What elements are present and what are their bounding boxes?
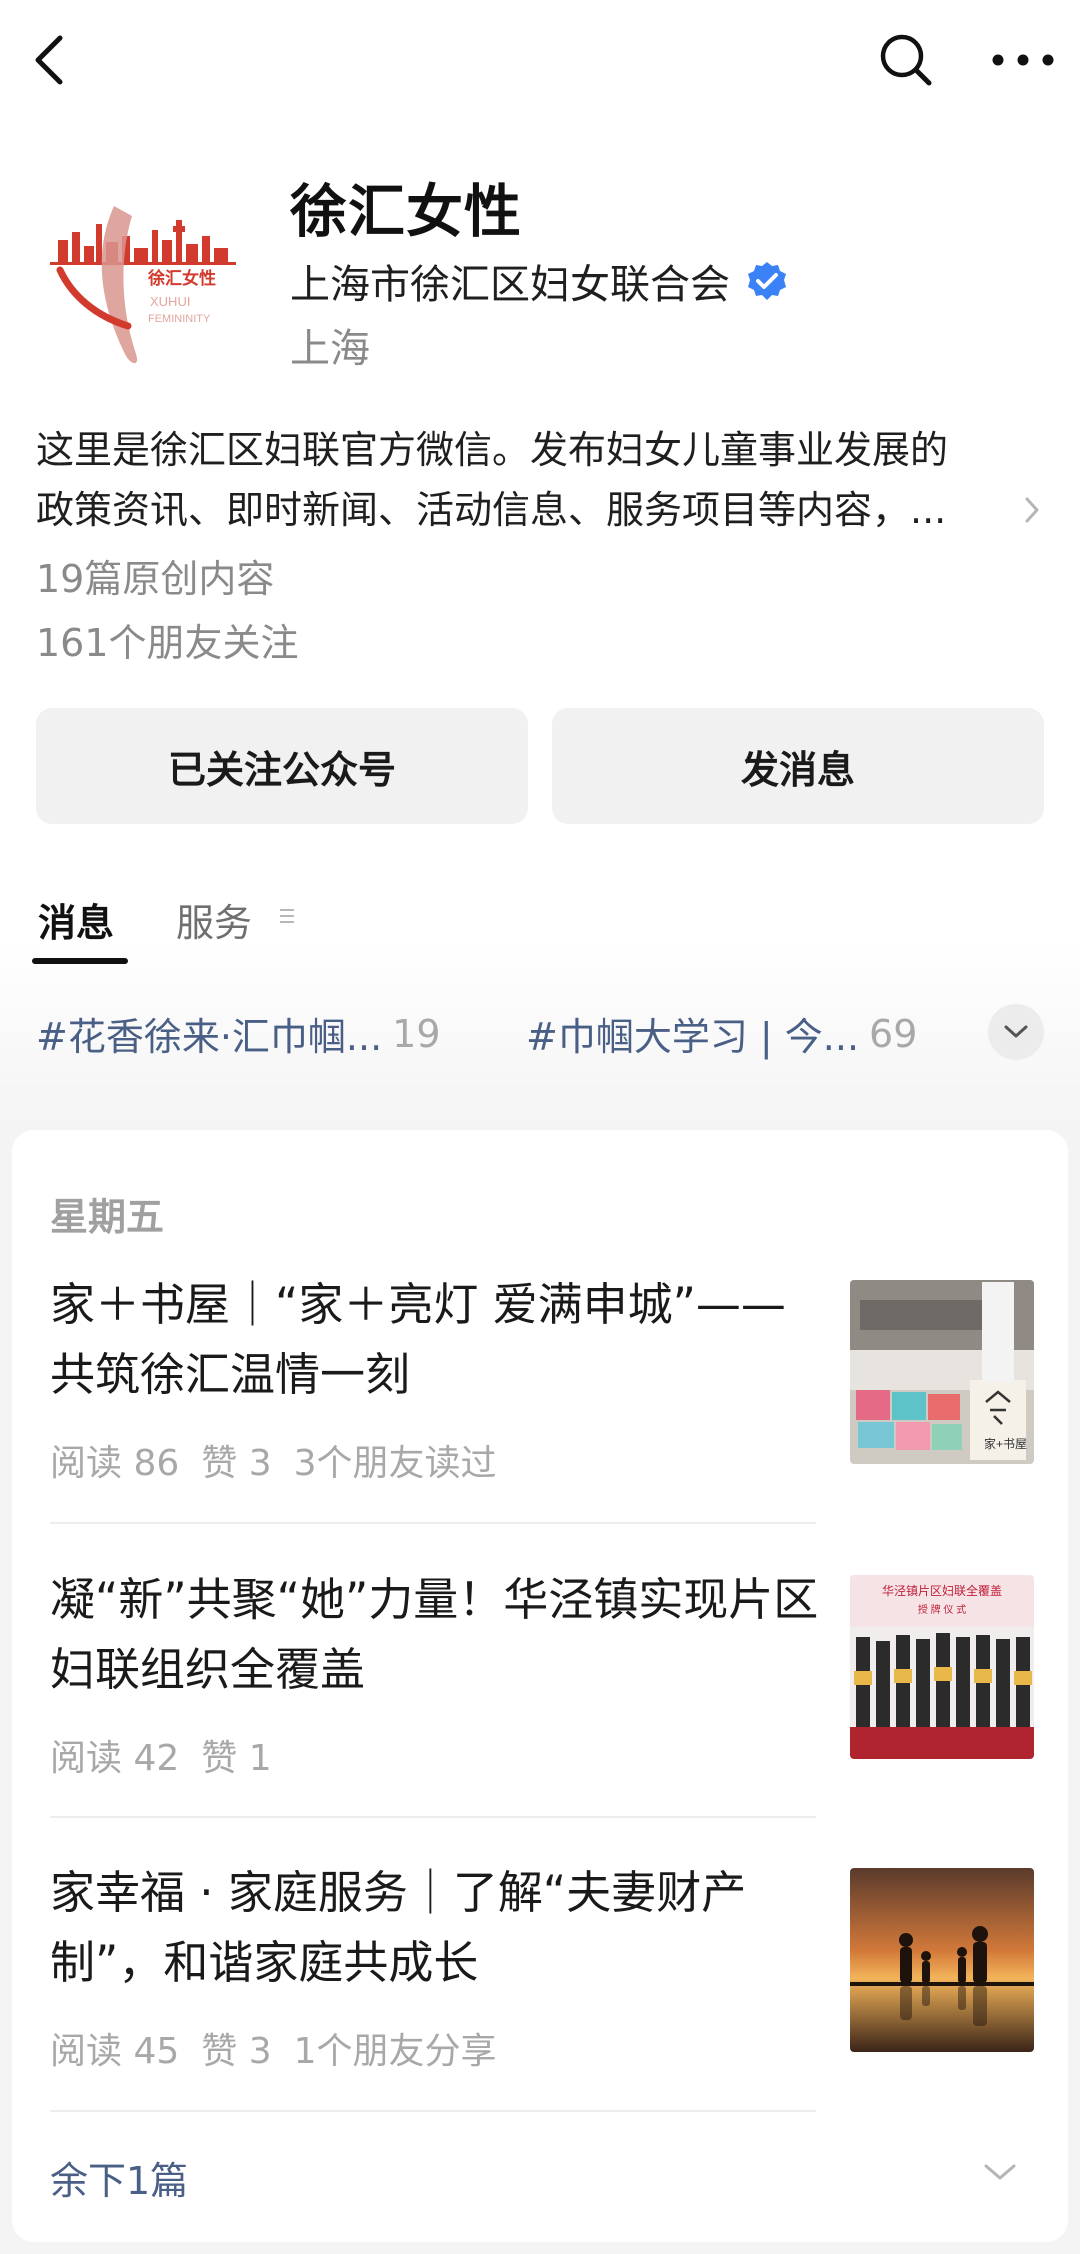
thumbnail-sign-text: 家+书屋 xyxy=(984,1436,1027,1451)
article-reads: 阅读 86 xyxy=(50,1443,180,1484)
friends-following-count[interactable]: 161个朋友关注 xyxy=(36,612,299,667)
article-title: 家＋书屋｜“家＋亮灯 爱满申城”——共筑徐汇温情一刻 xyxy=(50,1278,786,1401)
topic-tag-text: #花香徐来·汇巾帼... xyxy=(36,1015,383,1059)
topic-tag-count: 69 xyxy=(869,1011,918,1056)
article-meta: 阅读 86 赞 3 3个朋友读过 xyxy=(50,1434,519,1486)
article-meta: 阅读 45 赞 3 1个朋友分享 xyxy=(50,2022,519,2074)
search-icon[interactable] xyxy=(876,30,936,90)
article-reads: 阅读 45 xyxy=(50,2031,180,2072)
more-icon[interactable] xyxy=(988,40,1058,80)
account-name: 徐汇女性 xyxy=(290,179,522,245)
article-likes: 赞 3 xyxy=(201,1443,272,1484)
tab-messages[interactable]: 消息 xyxy=(38,892,114,947)
active-tab-indicator xyxy=(32,958,128,964)
avatar-logo-sub2: FEMININITY xyxy=(148,313,211,325)
chevron-right-icon[interactable] xyxy=(1022,492,1042,528)
message-card: 星期五 家＋书屋｜“家＋亮灯 爱满申城”——共筑徐汇温情一刻 阅读 86 赞 3 3… xyxy=(12,1130,1068,2242)
article-social: 3个朋友读过 xyxy=(293,1443,497,1484)
verified-badge-icon xyxy=(746,260,788,302)
account-org: 上海市徐汇区妇女联合会 xyxy=(290,262,730,308)
article-item[interactable]: 家幸福 · 家庭服务｜了解“夫妻财产制”，和谐家庭共成长 阅读 45 赞 3 1个朋… xyxy=(50,1858,1050,2118)
chevron-down-icon xyxy=(1004,1025,1028,1038)
article-social: 1个朋友分享 xyxy=(293,2031,497,2072)
divider xyxy=(50,1522,816,1524)
menu-icon xyxy=(278,904,296,928)
thumbnail-banner-text: 华泾镇片区妇联全覆盖 xyxy=(882,1583,1002,1598)
back-icon[interactable] xyxy=(22,30,82,90)
topic-tag[interactable]: #花香徐来·汇巾帼... 19 xyxy=(36,1006,441,1061)
avatar-logo-sub1: XUHUI xyxy=(150,294,190,309)
topic-tag[interactable]: #巾帼大学习 | 今... 69 xyxy=(526,1006,917,1061)
topic-tag-text: #巾帼大学习 | 今... xyxy=(526,1015,860,1059)
original-content-count[interactable]: 19篇原创内容 xyxy=(36,548,274,603)
article-likes: 赞 3 xyxy=(201,2031,272,2072)
avatar-logo-title: 徐汇女性 xyxy=(147,268,216,288)
chevron-down-icon[interactable] xyxy=(980,2160,1020,2184)
account-location: 上海 xyxy=(290,326,370,372)
tab-services[interactable]: 服务 xyxy=(176,892,252,947)
article-item[interactable]: 凝“新”共聚“她”力量！华泾镇实现片区妇联组织全覆盖 阅读 42 赞 1 华泾镇片… xyxy=(50,1565,1050,1825)
expand-topics-button[interactable] xyxy=(988,1004,1044,1060)
article-thumbnail: 家+书屋 xyxy=(850,1280,1034,1464)
send-message-button-label: 发消息 xyxy=(740,747,855,792)
article-title: 家幸福 · 家庭服务｜了解“夫妻财产制”，和谐家庭共成长 xyxy=(50,1866,747,1989)
avatar[interactable]: 徐汇女性 XUHUI FEMININITY xyxy=(36,166,252,382)
description-line-1: 这里是徐汇区妇联官方微信。发布妇女儿童事业发展的 xyxy=(36,428,949,472)
divider xyxy=(50,1816,816,1818)
followed-button-label: 已关注公众号 xyxy=(167,747,396,792)
account-description[interactable]: 这里是徐汇区妇联官方微信。发布妇女儿童事业发展的 政策资讯、即时新闻、活动信息、… xyxy=(36,420,1026,540)
send-message-button[interactable]: 发消息 xyxy=(552,708,1044,824)
article-reads: 阅读 42 xyxy=(50,1738,180,1779)
article-title: 凝“新”共聚“她”力量！华泾镇实现片区妇联组织全覆盖 xyxy=(50,1573,819,1696)
followed-button[interactable]: 已关注公众号 xyxy=(36,708,528,824)
article-thumbnail xyxy=(850,1868,1034,2052)
article-meta: 阅读 42 赞 1 xyxy=(50,1729,294,1781)
description-line-2: 政策资讯、即时新闻、活动信息、服务项目等内容，... xyxy=(36,488,947,532)
article-likes: 赞 1 xyxy=(201,1738,272,1779)
article-item[interactable]: 家＋书屋｜“家＋亮灯 爱满申城”——共筑徐汇温情一刻 阅读 86 赞 3 3个朋友读… xyxy=(50,1270,1050,1530)
divider xyxy=(50,2110,816,2112)
account-org-row[interactable]: 上海市徐汇区妇女联合会 xyxy=(290,252,788,310)
article-thumbnail: 华泾镇片区妇联全覆盖 授 牌 仪 式 xyxy=(850,1575,1034,1759)
day-label: 星期五 xyxy=(50,1195,165,1239)
remaining-articles-link[interactable]: 余下1篇 xyxy=(50,2150,188,2205)
thumbnail-banner-sub: 授 牌 仪 式 xyxy=(918,1603,966,1616)
topic-tag-count: 19 xyxy=(392,1011,441,1056)
